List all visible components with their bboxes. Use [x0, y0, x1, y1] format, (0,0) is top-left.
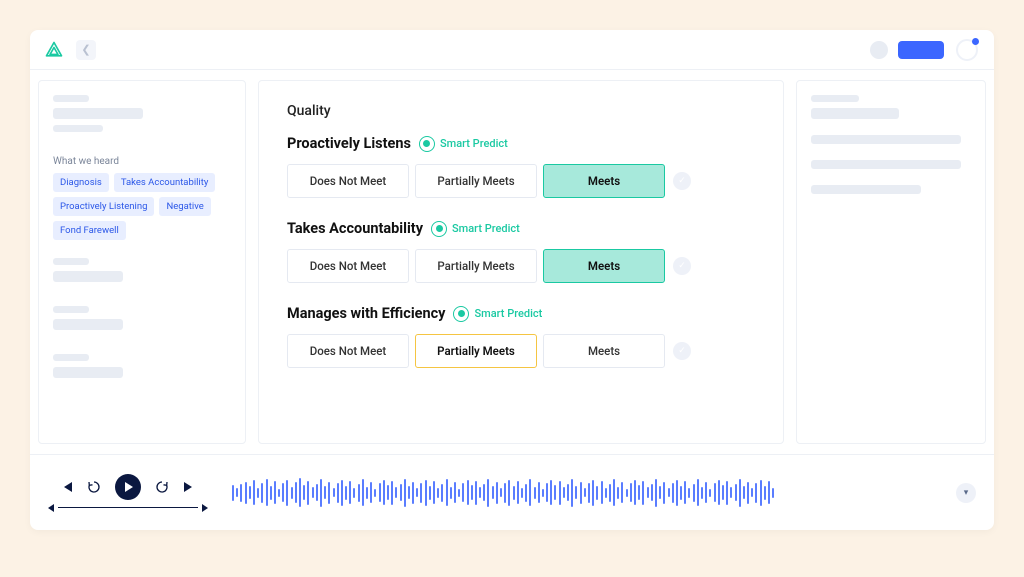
rewind-button[interactable]	[87, 480, 101, 494]
smart-predict-badge: Smart Predict	[431, 221, 520, 237]
tag-negative[interactable]: Negative	[159, 197, 210, 216]
section-heading: Quality	[287, 103, 755, 119]
option-m[interactable]: Meets	[543, 164, 665, 198]
volume-up-icon	[202, 504, 208, 512]
play-button[interactable]	[115, 474, 141, 500]
volume-down-icon	[48, 504, 54, 512]
tag-list: Diagnosis Takes Accountability Proactively…	[53, 173, 231, 240]
audio-player: ▾	[30, 454, 994, 530]
forward-button[interactable]	[155, 480, 169, 494]
section-title: What we heard	[53, 156, 231, 167]
main-body: What we heard Diagnosis Takes Accountabil…	[30, 70, 994, 454]
avatar[interactable]	[870, 41, 888, 59]
criterion-name: Takes Accountability	[287, 220, 423, 237]
criterion-name: Manages with Efficiency	[287, 305, 445, 322]
smart-predict-icon	[419, 136, 435, 152]
criterion: Manages with Efficiency Smart Predict Does…	[287, 305, 755, 368]
notification-dot-icon	[972, 38, 979, 45]
option-dnm[interactable]: Does Not Meet	[287, 164, 409, 198]
tag-proactively-listening[interactable]: Proactively Listening	[53, 197, 154, 216]
waveform[interactable]	[232, 476, 932, 510]
criterion: Takes Accountability Smart Predict Does No…	[287, 220, 755, 283]
confirm-icon[interactable]: ✓	[673, 257, 691, 275]
back-button[interactable]: ❮	[76, 40, 96, 60]
primary-action-button[interactable]	[898, 41, 944, 59]
option-pm[interactable]: Partially Meets	[415, 334, 537, 368]
smart-predict-badge: Smart Predict	[419, 136, 508, 152]
skip-back-button[interactable]	[61, 481, 73, 493]
confirm-icon[interactable]: ✓	[673, 342, 691, 360]
left-panel: What we heard Diagnosis Takes Accountabil…	[38, 80, 246, 444]
option-pm[interactable]: Partially Meets	[415, 164, 537, 198]
what-we-heard-section: What we heard Diagnosis Takes Accountabil…	[53, 156, 231, 240]
logo-icon	[44, 40, 64, 60]
play-icon	[125, 482, 133, 492]
expand-player-button[interactable]: ▾	[956, 483, 976, 503]
option-dnm[interactable]: Does Not Meet	[287, 249, 409, 283]
criterion: Proactively Listens Smart Predict Does Not…	[287, 135, 755, 198]
option-dnm[interactable]: Does Not Meet	[287, 334, 409, 368]
tag-takes-accountability[interactable]: Takes Accountability	[114, 173, 216, 192]
tag-diagnosis[interactable]: Diagnosis	[53, 173, 109, 192]
notification-button[interactable]	[954, 37, 980, 63]
app-window: ❮ What we heard Diagnosis Takes Accountab…	[30, 30, 994, 530]
topbar: ❮	[30, 30, 994, 70]
smart-predict-badge: Smart Predict	[453, 306, 542, 322]
right-panel	[796, 80, 986, 444]
tag-fond-farewell[interactable]: Fond Farewell	[53, 221, 126, 240]
topbar-right	[870, 37, 980, 63]
player-controls	[48, 474, 208, 512]
skip-forward-button[interactable]	[183, 481, 195, 493]
criterion-name: Proactively Listens	[287, 135, 411, 152]
volume-slider[interactable]	[48, 504, 208, 512]
option-pm[interactable]: Partially Meets	[415, 249, 537, 283]
smart-predict-icon	[431, 221, 447, 237]
option-m[interactable]: Meets	[543, 334, 665, 368]
center-panel: Quality Proactively Listens Smart Predict…	[258, 80, 784, 444]
smart-predict-icon	[453, 306, 469, 322]
confirm-icon[interactable]: ✓	[673, 172, 691, 190]
option-m[interactable]: Meets	[543, 249, 665, 283]
